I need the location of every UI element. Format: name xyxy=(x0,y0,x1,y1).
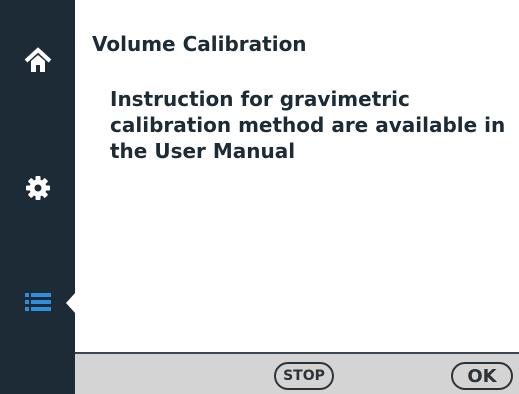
list-icon xyxy=(24,293,51,311)
content-panel: Volume Calibration Instruction for gravi… xyxy=(75,0,519,352)
home-icon xyxy=(24,47,51,72)
footer-bar: STOP OK xyxy=(75,352,519,394)
sidebar xyxy=(0,0,76,394)
page-title: Volume Calibration xyxy=(92,32,307,56)
gear-icon xyxy=(25,176,50,200)
ok-button[interactable]: OK xyxy=(451,362,513,390)
settings-button[interactable] xyxy=(0,158,75,218)
home-button[interactable] xyxy=(0,30,75,90)
stop-button[interactable]: STOP xyxy=(274,362,334,390)
instruction-message: Instruction for gravimetric calibration … xyxy=(110,87,506,163)
list-button[interactable] xyxy=(0,272,75,332)
